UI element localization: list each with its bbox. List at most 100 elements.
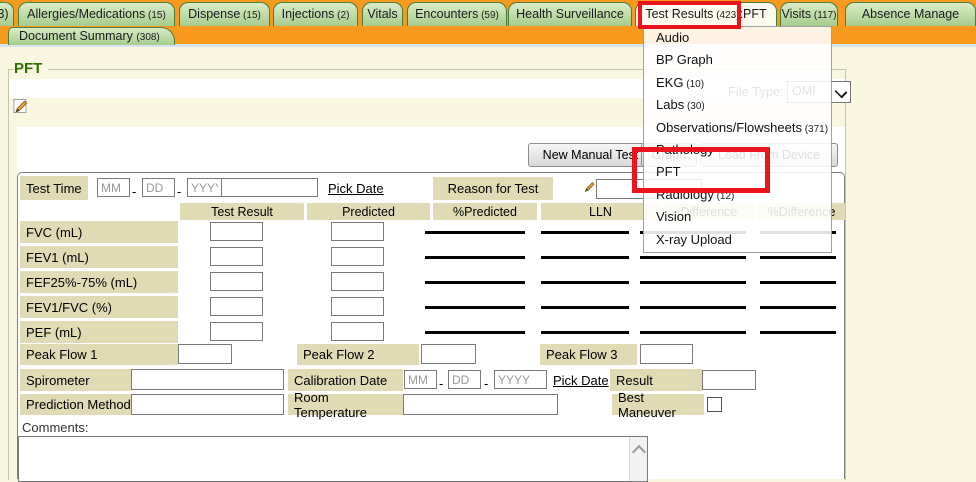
tab-label: Allergies/Medications xyxy=(27,7,145,21)
predicted-input-row-3[interactable] xyxy=(331,297,384,316)
menu-item-x-ray-upload[interactable]: X-ray Upload xyxy=(644,229,831,251)
predicted-input-row-4[interactable] xyxy=(331,322,384,341)
tab-count: (59) xyxy=(478,10,499,21)
tab-3[interactable]: 3) xyxy=(0,2,14,26)
reason-edit-pencil-icon[interactable] xyxy=(583,180,596,193)
tab-count: (423) xyxy=(713,10,739,21)
value-placeholder-line xyxy=(541,231,629,234)
test-time-month-input[interactable] xyxy=(97,178,130,197)
predicted-input-row-0[interactable] xyxy=(331,222,384,241)
menu-item-label: Observations/Flowsheets xyxy=(656,120,802,135)
row-label-fef25-75-ml: FEF25%-75% (mL) xyxy=(20,271,178,293)
tab-absence-manage[interactable]: Absence Manage xyxy=(845,2,976,26)
calibration-day-input[interactable] xyxy=(448,370,481,389)
tab-label: Injections xyxy=(282,7,335,21)
calibration-year-input[interactable] xyxy=(494,370,547,389)
best-maneuver-checkbox[interactable] xyxy=(707,397,722,412)
menu-item-label: Audio xyxy=(656,30,689,45)
date-separator: - xyxy=(177,184,181,199)
column-header-predicted: %Predicted xyxy=(433,203,537,220)
row-label-fev1-fvc: FEV1/FVC (%) xyxy=(20,296,178,318)
menu-item-count: (10) xyxy=(683,79,704,90)
tab-document-summary[interactable]: Document Summary (308) xyxy=(8,27,175,45)
peak-flow-2-input[interactable] xyxy=(421,344,476,364)
spirometer-input[interactable] xyxy=(131,369,284,390)
value-placeholder-line xyxy=(640,331,746,334)
comments-textarea[interactable] xyxy=(18,436,648,482)
value-placeholder-line xyxy=(541,256,629,259)
value-placeholder-line xyxy=(425,256,525,259)
prediction-method-input[interactable] xyxy=(131,394,284,415)
menu-item-ekg[interactable]: EKG (10) xyxy=(644,72,831,94)
column-header-predicted: Predicted xyxy=(307,203,430,220)
value-placeholder-line xyxy=(425,281,525,284)
spirometer-label: Spirometer xyxy=(20,369,131,391)
value-placeholder-line xyxy=(640,281,746,284)
tab-label: Absence Manage xyxy=(862,7,959,21)
new-manual-test-button[interactable]: New Manual Test xyxy=(528,143,653,167)
menu-item-bp-graph[interactable]: BP Graph xyxy=(644,49,831,71)
menu-item-pathology[interactable]: Pathology xyxy=(644,139,831,161)
menu-item-labs[interactable]: Labs (30) xyxy=(644,94,831,116)
tab-health-surveillance[interactable]: Health Surveillance xyxy=(508,2,632,26)
tab-vitals[interactable]: Vitals xyxy=(362,2,403,26)
tab-count: (15) xyxy=(240,10,261,21)
menu-item-vision[interactable]: Vision xyxy=(644,206,831,228)
menu-item-radiology[interactable]: Radiology (12) xyxy=(644,184,831,206)
peak-flow-3-input[interactable] xyxy=(640,344,693,364)
scroll-up-icon xyxy=(632,445,646,459)
test-results-dropdown-menu: AudioBP GraphEKG (10)Labs (30)Observatio… xyxy=(643,26,832,253)
room-temperature-input[interactable] xyxy=(403,394,558,415)
test-time-pick-date-link[interactable]: Pick Date xyxy=(328,181,384,196)
value-placeholder-line xyxy=(425,231,525,234)
calibration-month-input[interactable] xyxy=(404,370,437,389)
calibration-date-label: Calibration Date xyxy=(288,369,403,391)
tab-label: Test Results xyxy=(645,7,713,21)
tab-count: (2) xyxy=(334,10,349,21)
menu-item-observations-flowsheets[interactable]: Observations/Flowsheets (371) xyxy=(644,117,831,139)
tab-label: Vitals xyxy=(367,7,397,21)
tab-label: Visits xyxy=(781,7,811,21)
tab-count: (15) xyxy=(145,10,166,21)
best-maneuver-label: Best Maneuver xyxy=(612,394,704,415)
test-result-input-row-4[interactable] xyxy=(210,322,263,341)
predicted-input-row-2[interactable] xyxy=(331,272,384,291)
pft-panel-title: PFT xyxy=(14,60,48,77)
test-result-input-row-2[interactable] xyxy=(210,272,263,291)
predicted-input-row-1[interactable] xyxy=(331,247,384,266)
row-label-pef-ml: PEF (mL) xyxy=(20,321,178,343)
calibration-pick-date-link[interactable]: Pick Date xyxy=(553,373,609,388)
test-time-year-input[interactable] xyxy=(187,178,222,197)
tab-count: (308) xyxy=(136,32,159,43)
test-result-input-row-1[interactable] xyxy=(210,247,263,266)
menu-item-label: Radiology xyxy=(656,187,714,202)
edit-pencil-icon[interactable] xyxy=(13,98,29,114)
peak-flow-1-label: Peak Flow 1 xyxy=(20,344,178,365)
tab-encounters[interactable]: Encounters (59) xyxy=(407,2,507,26)
row-label-fvc-ml: FVC (mL) xyxy=(20,221,178,243)
peak-flow-2-label: Peak Flow 2 xyxy=(297,344,419,365)
tab-visits[interactable]: Visits (117) xyxy=(780,2,838,26)
result-input[interactable] xyxy=(702,370,756,390)
test-result-input-row-0[interactable] xyxy=(210,222,263,241)
menu-item-audio[interactable]: Audio xyxy=(644,27,831,49)
main-tab-bar: 3)Allergies/Medications (15)Dispense (15… xyxy=(0,0,976,26)
tab-injections[interactable]: Injections (2) xyxy=(273,2,358,26)
menu-item-count: (30) xyxy=(684,101,705,112)
tab-label: Dispense xyxy=(188,7,240,21)
test-result-input-row-3[interactable] xyxy=(210,297,263,316)
tab-label: Encounters xyxy=(415,7,478,21)
test-time-day-input[interactable] xyxy=(142,178,175,197)
tab-allergies-medications[interactable]: Allergies/Medications (15) xyxy=(18,2,175,26)
reason-for-test-label: Reason for Test xyxy=(433,177,553,200)
tab-dispense[interactable]: Dispense (15) xyxy=(179,2,270,26)
row-label-fev1-ml: FEV1 (mL) xyxy=(20,246,178,268)
value-placeholder-line xyxy=(425,331,525,334)
value-placeholder-line xyxy=(541,331,629,334)
value-placeholder-line xyxy=(541,306,629,309)
menu-item-pft[interactable]: PFT xyxy=(644,161,831,183)
tab-test-results[interactable]: Test Results (423):PFT xyxy=(635,2,777,26)
test-time-time-input[interactable] xyxy=(221,178,318,197)
peak-flow-1-input[interactable] xyxy=(178,344,232,364)
comments-scrollbar[interactable] xyxy=(629,437,647,481)
